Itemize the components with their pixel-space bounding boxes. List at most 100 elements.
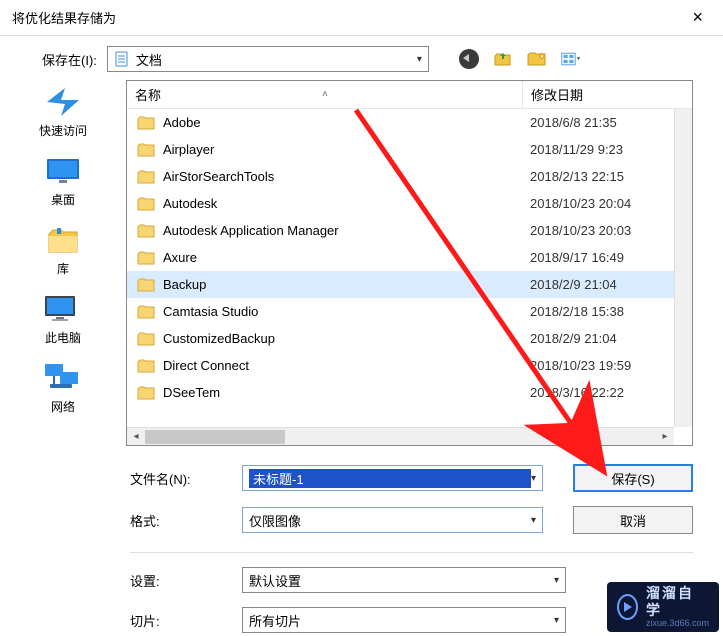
- network-icon: [42, 360, 84, 396]
- file-name: Autodesk Application Manager: [163, 223, 339, 238]
- new-folder-icon[interactable]: ★: [527, 49, 547, 69]
- table-row[interactable]: DSeeTem 2018/3/16 22:22: [127, 379, 692, 406]
- sidebar-item-quickaccess[interactable]: 快速访问: [39, 84, 87, 139]
- folder-icon: [137, 251, 155, 265]
- quickaccess-icon: [42, 84, 84, 120]
- view-menu-icon[interactable]: [561, 49, 581, 69]
- horizontal-scrollbar[interactable]: ◂ ▸: [127, 427, 674, 445]
- format-value: 仅限图像: [249, 511, 531, 530]
- scroll-left-icon[interactable]: ◂: [127, 428, 145, 446]
- file-name: Backup: [163, 277, 206, 292]
- table-row[interactable]: Axure2018/9/17 16:49: [127, 244, 692, 271]
- sidebar-item-desktop[interactable]: 桌面: [42, 153, 84, 208]
- file-date: 2018/3/16 22:22: [522, 385, 692, 400]
- file-date: 2018/9/17 16:49: [522, 250, 692, 265]
- scroll-thumb[interactable]: [145, 430, 285, 444]
- file-name: CustomizedBackup: [163, 331, 275, 346]
- column-header-name[interactable]: 名称 ˄: [127, 85, 522, 104]
- watermark-url: zixue.3d66.com: [646, 618, 709, 629]
- sort-indicator-icon: ˄: [322, 89, 328, 100]
- svg-text:★: ★: [540, 54, 545, 60]
- settings-label: 设置:: [130, 571, 224, 590]
- titlebar: 将优化结果存储为 ×: [0, 0, 723, 36]
- watermark: 溜溜自学 zixue.3d66.com: [607, 582, 719, 632]
- folder-icon: [137, 197, 155, 211]
- thispc-icon: [42, 291, 84, 327]
- places-sidebar: 快速访问 桌面 库 此电脑 网络: [0, 80, 126, 446]
- file-list[interactable]: 名称 ˄ 修改日期 Adobe2018/6/8 21:35 Airplayer 20…: [126, 80, 693, 446]
- file-date: 2018/10/23 20:04: [522, 196, 692, 211]
- slice-combobox[interactable]: 所有切片 ▾: [242, 607, 566, 633]
- file-date: 2018/10/23 20:03: [522, 223, 692, 238]
- slice-label: 切片:: [130, 611, 224, 630]
- window-title: 将优化结果存储为: [12, 8, 116, 27]
- table-row[interactable]: Direct Connect2018/10/23 19:59: [127, 352, 692, 379]
- save-button[interactable]: 保存(S): [573, 464, 693, 492]
- table-row[interactable]: Adobe2018/6/8 21:35: [127, 109, 692, 136]
- vertical-scrollbar[interactable]: [674, 109, 692, 427]
- column-header-date[interactable]: 修改日期: [522, 81, 692, 108]
- libraries-icon: [42, 222, 84, 258]
- settings-combobox[interactable]: 默认设置 ▾: [242, 567, 566, 593]
- folder-icon: [137, 143, 155, 157]
- save-in-combobox[interactable]: 文档 ▾: [107, 46, 429, 72]
- folder-icon: [137, 116, 155, 130]
- format-combobox[interactable]: 仅限图像 ▾: [242, 507, 543, 533]
- divider: [130, 552, 693, 553]
- location-row: 保存在(I): 文档 ▾ ★: [0, 36, 723, 80]
- chevron-down-icon: ▾: [531, 473, 536, 484]
- desktop-icon: [42, 153, 84, 189]
- file-name: AirStorSearchTools: [163, 169, 274, 184]
- sidebar-item-label: 快速访问: [39, 122, 87, 139]
- file-date: 2018/10/23 19:59: [522, 358, 692, 373]
- sidebar-item-libraries[interactable]: 库: [42, 222, 84, 277]
- nav-toolbar: ★: [459, 49, 581, 69]
- save-fields: 文件名(N): 未标题-1 ▾ 保存(S) 格式: 仅限图像 ▾ 取消: [0, 446, 723, 553]
- folder-icon: [137, 305, 155, 319]
- folder-icon: [137, 170, 155, 184]
- sidebar-item-label: 库: [57, 260, 69, 277]
- settings-value: 默认设置: [249, 571, 301, 590]
- file-date: 2018/2/9 21:04: [522, 277, 692, 292]
- cancel-button[interactable]: 取消: [573, 506, 693, 534]
- table-row[interactable]: Autodesk 2018/10/23 20:04: [127, 190, 692, 217]
- table-row[interactable]: Camtasia Studio2018/2/18 15:38: [127, 298, 692, 325]
- table-row[interactable]: Backup 2018/2/9 21:04: [127, 271, 692, 298]
- folder-icon: [137, 359, 155, 373]
- folder-icon: [137, 386, 155, 400]
- folder-icon: [137, 224, 155, 238]
- sidebar-item-network[interactable]: 网络: [42, 360, 84, 415]
- list-header[interactable]: 名称 ˄ 修改日期: [127, 81, 692, 109]
- file-date: 2018/11/29 9:23: [522, 142, 692, 157]
- table-row[interactable]: AirStorSearchTools 2018/2/13 22:15: [127, 163, 692, 190]
- document-icon: [114, 51, 130, 67]
- file-name: Airplayer: [163, 142, 214, 157]
- up-one-level-icon[interactable]: [493, 49, 513, 69]
- close-icon[interactable]: ×: [684, 3, 711, 32]
- file-name: Adobe: [163, 115, 201, 130]
- sidebar-item-label: 此电脑: [45, 329, 81, 346]
- folder-icon: [137, 278, 155, 292]
- back-icon[interactable]: [459, 49, 479, 69]
- file-name: Autodesk: [163, 196, 217, 211]
- chevron-down-icon: ▾: [554, 615, 559, 626]
- sidebar-item-label: 桌面: [51, 191, 75, 208]
- slice-value: 所有切片: [249, 611, 301, 630]
- main-area: 快速访问 桌面 库 此电脑 网络: [0, 80, 723, 446]
- filename-label: 文件名(N):: [130, 469, 224, 488]
- filename-combobox[interactable]: 未标题-1 ▾: [242, 465, 543, 491]
- file-date: 2018/2/9 21:04: [522, 331, 692, 346]
- file-name: Camtasia Studio: [163, 304, 258, 319]
- chevron-down-icon: ▾: [417, 54, 422, 65]
- table-row[interactable]: Airplayer 2018/11/29 9:23: [127, 136, 692, 163]
- table-row[interactable]: CustomizedBackup 2018/2/9 21:04: [127, 325, 692, 352]
- scroll-right-icon[interactable]: ▸: [656, 428, 674, 446]
- chevron-down-icon: ▾: [554, 575, 559, 586]
- chevron-down-icon: ▾: [531, 515, 536, 526]
- file-date: 2018/2/13 22:15: [522, 169, 692, 184]
- table-row[interactable]: Autodesk Application Manager 2018/10/23 2…: [127, 217, 692, 244]
- folder-icon: [137, 332, 155, 346]
- format-label: 格式:: [130, 511, 224, 530]
- sidebar-item-thispc[interactable]: 此电脑: [42, 291, 84, 346]
- file-name: DSeeTem: [163, 385, 220, 400]
